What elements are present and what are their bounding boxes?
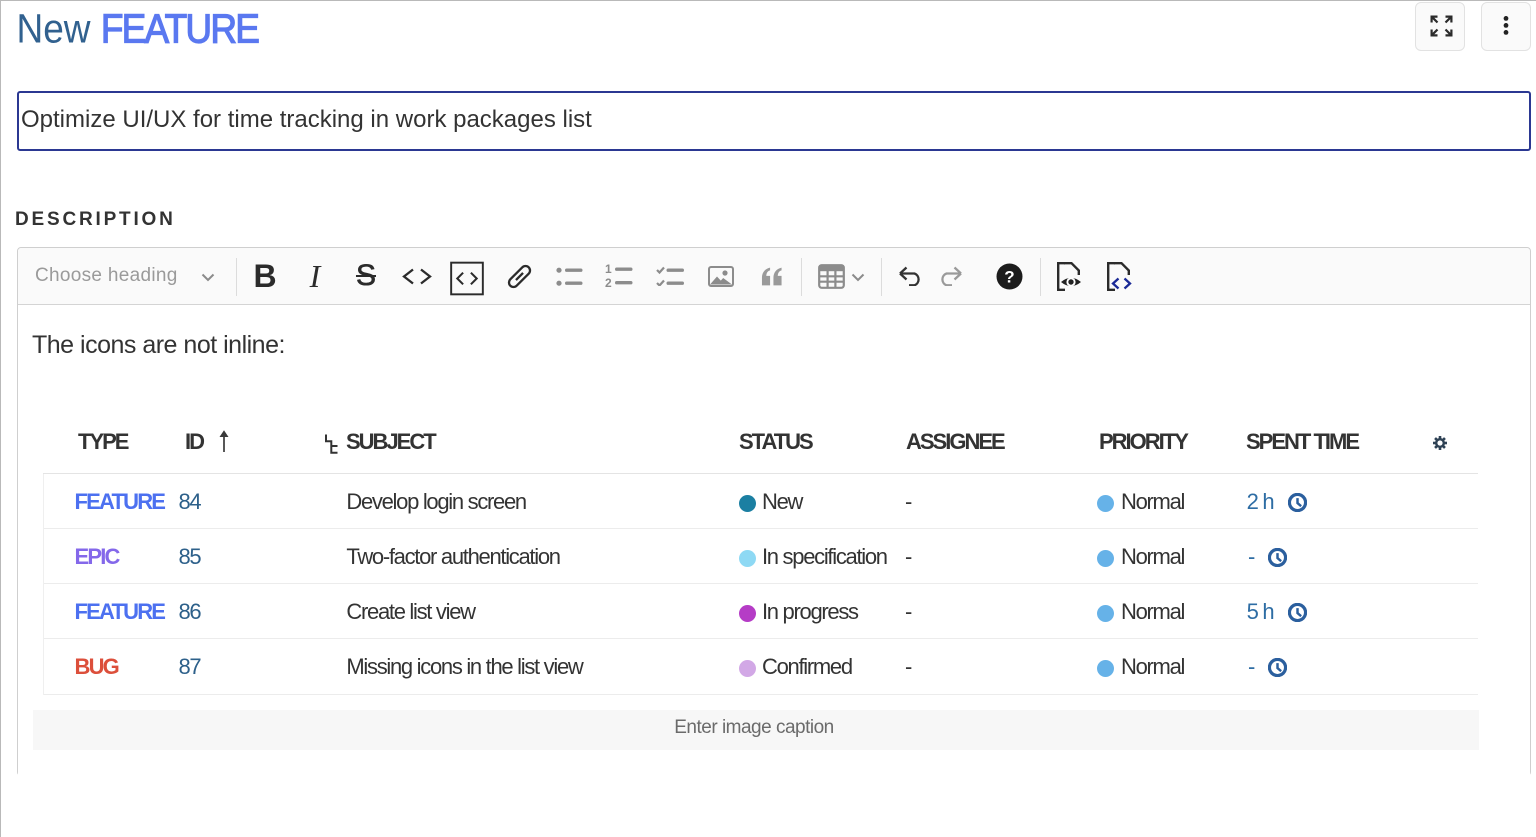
svg-text:1: 1 — [605, 264, 612, 276]
svg-text:?: ? — [1004, 267, 1014, 286]
svg-text:2: 2 — [605, 276, 612, 288]
